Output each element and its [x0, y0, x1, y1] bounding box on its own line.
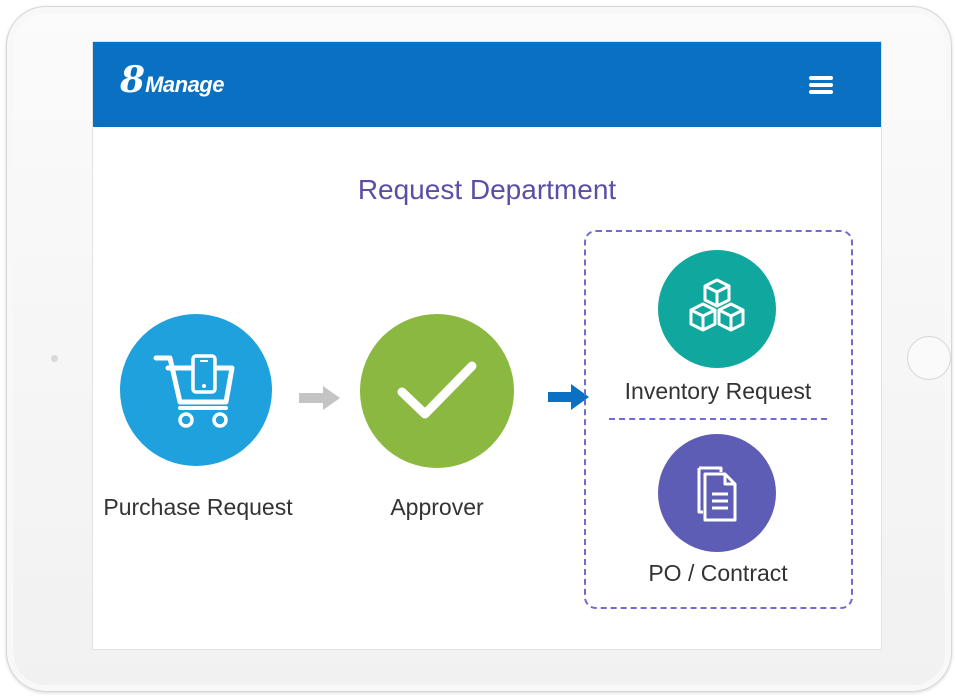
- purchase-request-circle[interactable]: [120, 314, 272, 466]
- front-camera: [51, 355, 58, 362]
- logo-text: Manage: [145, 72, 224, 97]
- inventory-request-circle[interactable]: [658, 250, 776, 368]
- page-title: Request Department: [357, 174, 617, 205]
- approver-label: Approver: [390, 494, 484, 520]
- home-button[interactable]: [907, 336, 951, 380]
- purchase-request-label: Purchase Request: [103, 494, 293, 520]
- outcomes-divider: [609, 418, 827, 420]
- documents-icon: [697, 466, 737, 522]
- shopping-cart-icon: [153, 354, 235, 428]
- po-contract-label: PO / Contract: [648, 560, 788, 586]
- logo-digit: 8: [120, 59, 146, 101]
- po-contract-circle[interactable]: [658, 434, 776, 552]
- approver-circle[interactable]: [360, 314, 514, 468]
- app-screen: 8Manage Request Department Purchase Requ…: [92, 41, 882, 650]
- inventory-request-label: Inventory Request: [624, 378, 812, 404]
- brand-logo[interactable]: 8Manage: [120, 62, 224, 98]
- hamburger-menu-icon[interactable]: [809, 76, 833, 94]
- top-navigation-bar: 8Manage: [93, 42, 881, 127]
- checkmark-icon: [397, 361, 477, 419]
- boxes-icon: [689, 278, 745, 332]
- gray-arrow-icon: [299, 386, 340, 410]
